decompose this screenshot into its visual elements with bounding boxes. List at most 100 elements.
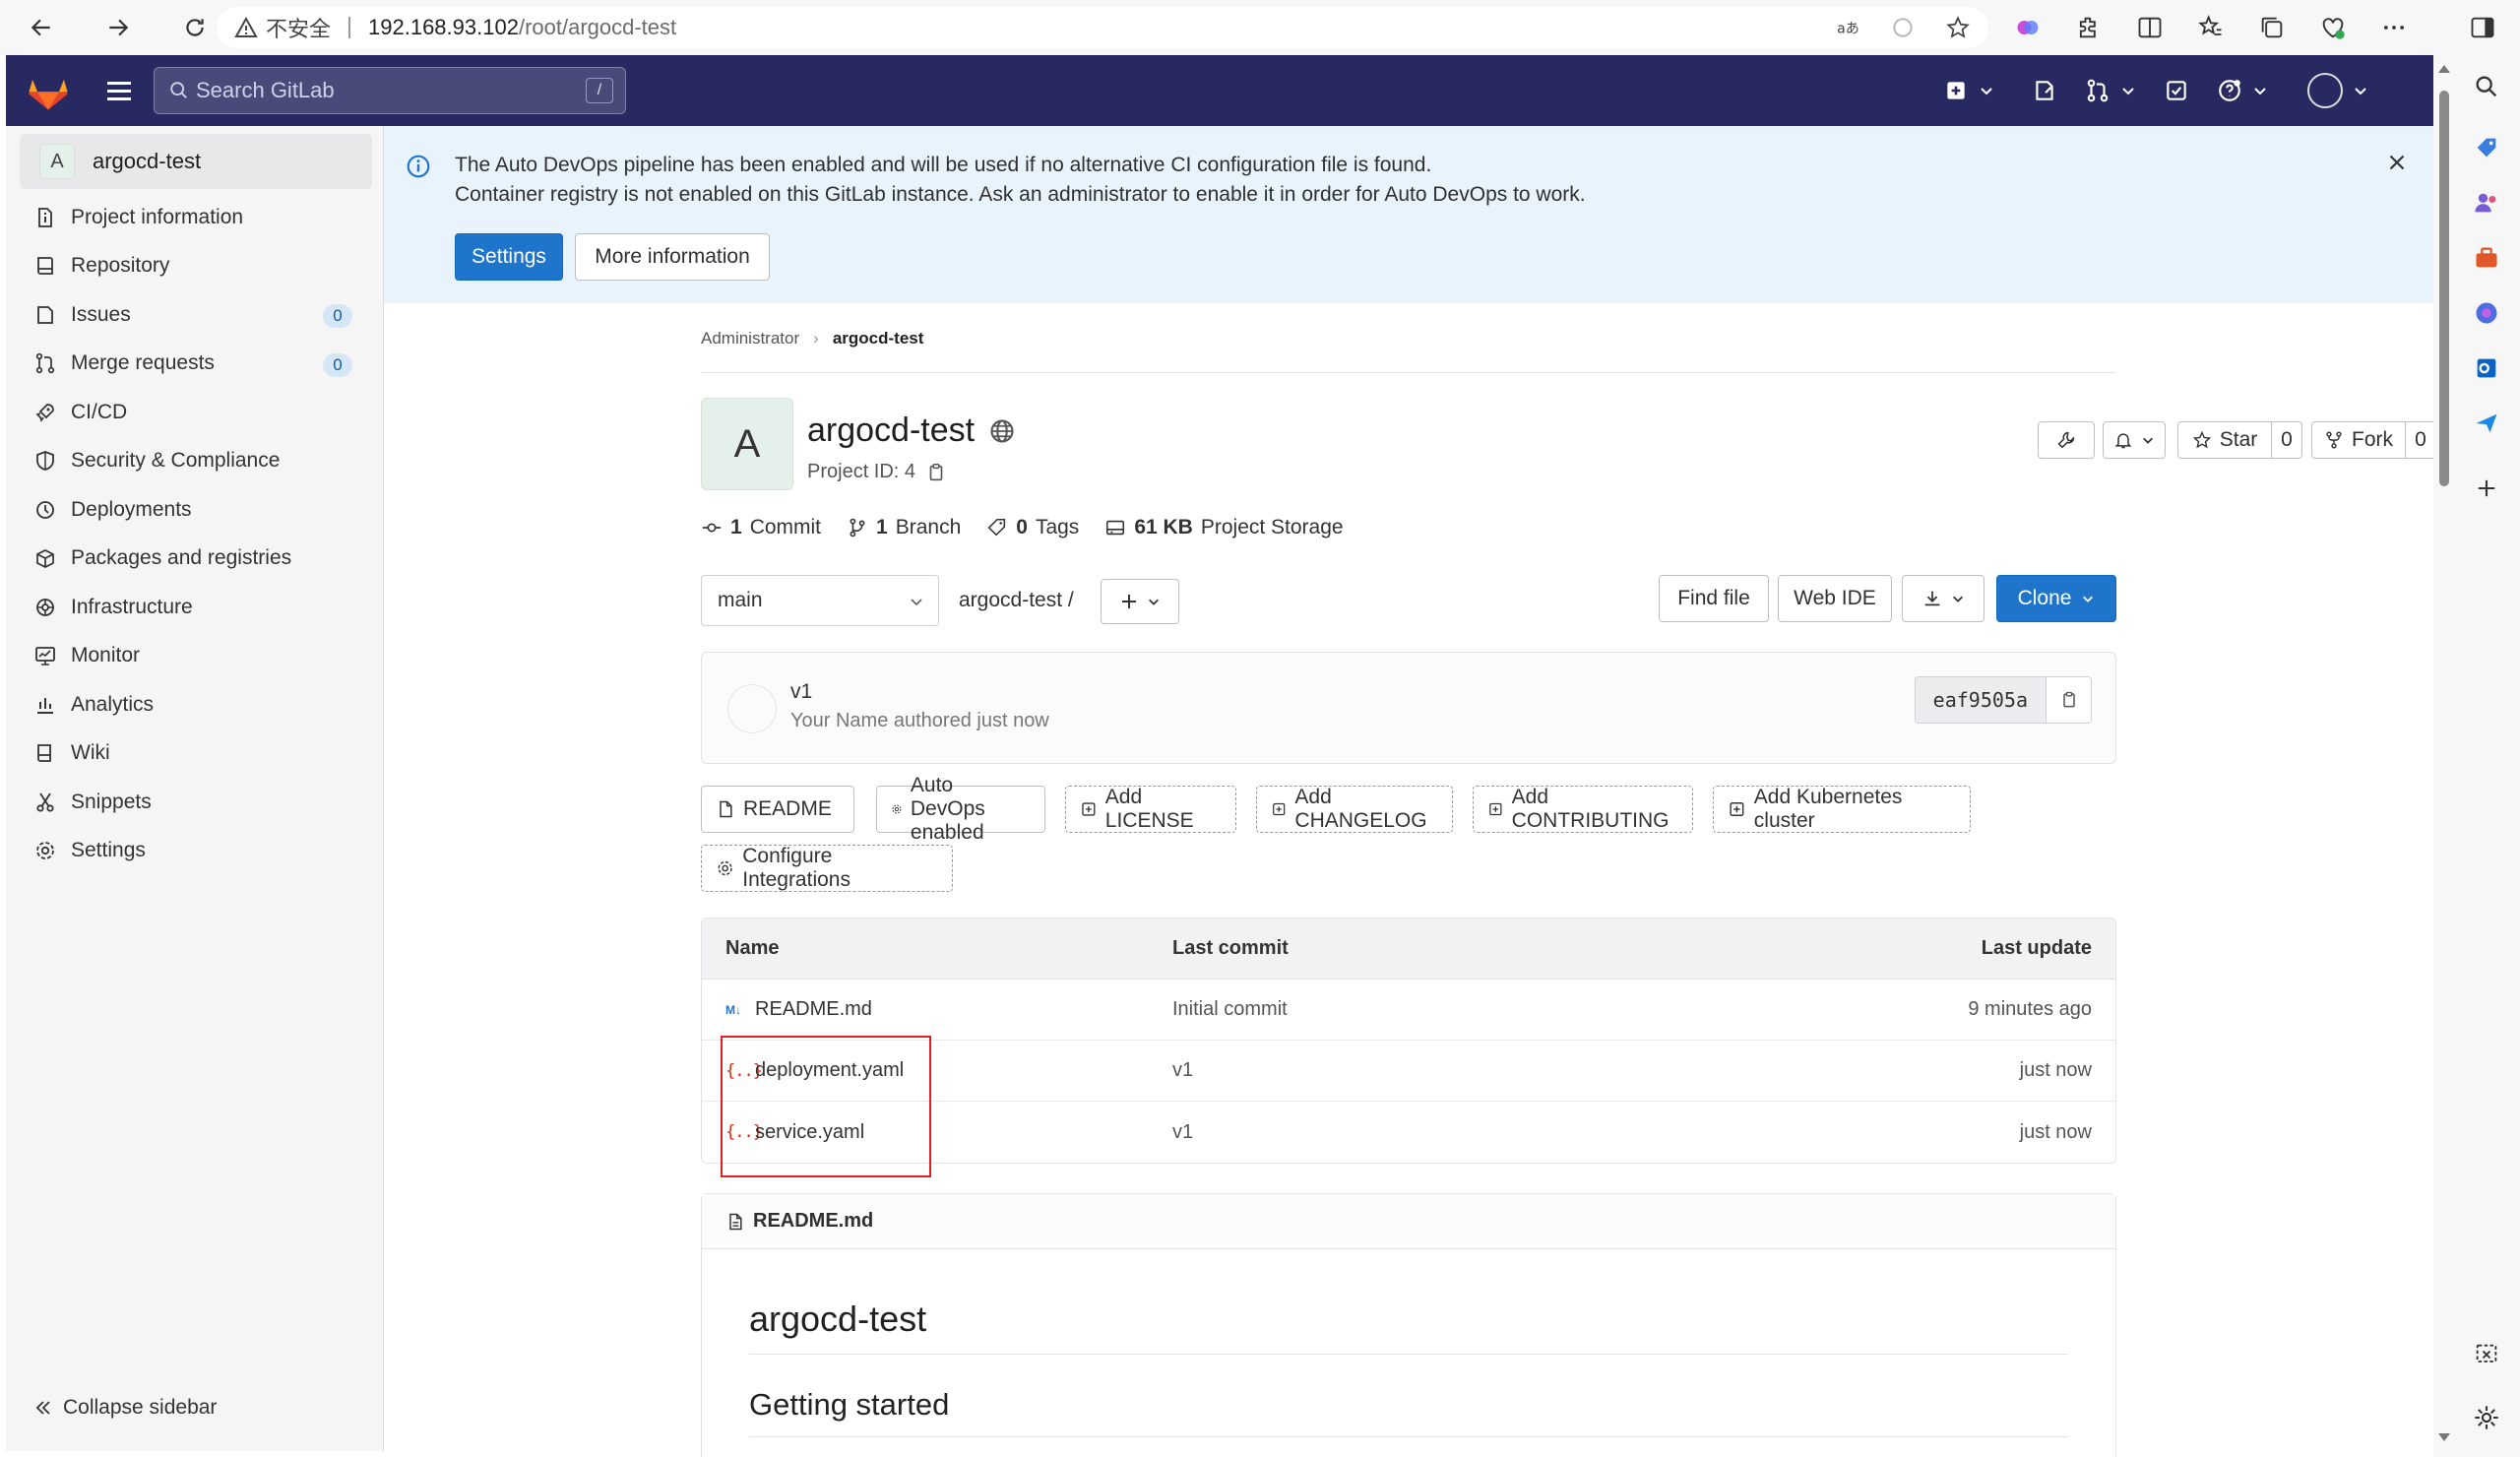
scroll-down-arrow[interactable] — [2438, 1433, 2450, 1441]
tags-stat[interactable]: 0 Tags — [986, 516, 1079, 539]
favorites-icon[interactable] — [2191, 8, 2231, 47]
browser-essentials-icon[interactable] — [2313, 8, 2353, 47]
copy-icon[interactable] — [925, 462, 947, 483]
collections-icon[interactable] — [2252, 8, 2292, 47]
security-warning[interactable]: 不安全 — [234, 12, 331, 43]
extensions-icon[interactable] — [2069, 8, 2109, 47]
storage-stat[interactable]: 61 KB Project Storage — [1104, 516, 1344, 539]
add-license-button[interactable]: Add LICENSE — [1065, 786, 1236, 833]
new-dropdown[interactable] — [1943, 78, 1994, 103]
scrollbar-thumb[interactable] — [2439, 91, 2449, 486]
fork-count[interactable]: 0 — [2405, 421, 2436, 459]
rail-people-icon[interactable] — [2467, 183, 2506, 222]
scroll-up-arrow[interactable] — [2438, 65, 2450, 73]
translate-icon[interactable]: aあ — [1835, 15, 1860, 40]
last-commit-cell[interactable]: v1 — [1172, 1121, 1193, 1144]
add-contributing-button[interactable]: Add CONTRIBUTING — [1473, 786, 1693, 833]
web-ide-button[interactable]: Web IDE — [1778, 575, 1892, 622]
sidebar-item-repository[interactable]: Repository — [6, 242, 384, 291]
close-icon[interactable] — [2384, 150, 2410, 175]
address-bar[interactable]: 不安全 192.168.93.102/root/argocd-test aあ — [217, 7, 1988, 48]
sidebar-item-label: Repository — [71, 254, 170, 278]
rail-screenshot-icon[interactable] — [2467, 1335, 2506, 1374]
download-dropdown[interactable] — [1902, 575, 1984, 622]
breadcrumb-parent[interactable]: Administrator — [701, 329, 799, 348]
sidebar-item-snippets[interactable]: Snippets — [6, 778, 384, 827]
copilot-icon[interactable] — [2008, 8, 2048, 47]
star-button[interactable]: Star — [2177, 421, 2272, 459]
find-file-button[interactable]: Find file — [1659, 575, 1769, 622]
reload-button[interactable] — [167, 0, 222, 55]
breadcrumb-current[interactable]: argocd-test — [833, 329, 924, 348]
sidebar-item-wiki[interactable]: Wiki — [6, 729, 384, 779]
refresh-rewards-icon[interactable] — [1890, 15, 1916, 40]
star-count[interactable]: 0 — [2271, 421, 2302, 459]
file-name-link[interactable]: README.md — [755, 998, 872, 1021]
commit-sha[interactable]: eaf9505a — [1915, 677, 2046, 723]
last-commit-cell[interactable]: Initial commit — [1172, 998, 1288, 1021]
sidebar-item-ci-cd[interactable]: CI/CD — [6, 388, 384, 437]
rail-tools-icon[interactable] — [2467, 238, 2506, 278]
auto-devops-enabled-button[interactable]: Auto DevOps enabled — [876, 774, 1045, 844]
configure-integrations-button[interactable]: Configure Integrations — [701, 845, 953, 892]
notification-dropdown[interactable] — [2103, 421, 2166, 459]
rail-settings-icon[interactable] — [2467, 1398, 2506, 1437]
sidebar-item-security-compliance[interactable]: Security & Compliance — [6, 437, 384, 486]
sidebar-item-monitor[interactable]: Monitor — [6, 632, 384, 681]
fork-button[interactable]: Fork — [2311, 421, 2406, 459]
page-scrollbar[interactable] — [2433, 55, 2455, 1457]
forward-button[interactable] — [91, 0, 146, 55]
sidebar-item-deployments[interactable]: Deployments — [6, 485, 384, 535]
merge-requests-dropdown[interactable] — [2085, 78, 2136, 103]
rail-office-icon[interactable] — [2467, 293, 2506, 333]
commits-stat[interactable]: 1 Commit — [701, 516, 821, 539]
commit-title[interactable]: v1 — [790, 680, 812, 704]
sidebar-project-header[interactable]: A argocd-test — [20, 134, 372, 189]
user-menu[interactable] — [2307, 73, 2368, 108]
sidebar-toggle-icon[interactable] — [2463, 8, 2502, 47]
sidebar-item-label: Analytics — [71, 692, 155, 716]
sidebar-item-label: Monitor — [71, 644, 141, 667]
sidebar-item-issues[interactable]: Issues 0 — [6, 290, 384, 340]
sidebar-item-settings[interactable]: Settings — [6, 827, 384, 876]
readme-button[interactable]: README — [701, 786, 854, 833]
sidebar-item-packages-and-registries[interactable]: Packages and registries — [6, 535, 384, 584]
sidebar-item-project-information[interactable]: Project information — [6, 193, 384, 242]
split-screen-icon[interactable] — [2130, 8, 2170, 47]
rail-shopping-icon[interactable] — [2467, 128, 2506, 167]
rail-add-icon[interactable] — [2467, 469, 2506, 508]
rail-search-icon[interactable] — [2467, 67, 2506, 106]
favorite-star-icon[interactable] — [1945, 15, 1971, 40]
commit-author-avatar[interactable] — [727, 684, 777, 733]
add-changelog-button[interactable]: Add CHANGELOG — [1256, 786, 1453, 833]
security-label: 不安全 — [266, 17, 332, 41]
issues-nav-button[interactable] — [2032, 78, 2057, 103]
more-menu-icon[interactable] — [2374, 8, 2414, 47]
search-input[interactable]: Search GitLab / — [154, 67, 626, 114]
gitlab-logo[interactable] — [6, 55, 91, 126]
alert-settings-button[interactable]: Settings — [455, 233, 563, 281]
project-settings-button[interactable] — [2038, 421, 2095, 459]
branches-stat[interactable]: 1 Branch — [847, 516, 961, 539]
sidebar-item-infrastructure[interactable]: Infrastructure — [6, 583, 384, 632]
rail-outlook-icon[interactable] — [2467, 348, 2506, 388]
main-menu-button[interactable] — [91, 55, 148, 126]
quick-action-label: README — [743, 797, 832, 820]
table-row[interactable]: M↓ README.md Initial commit 9 minutes ago — [702, 980, 2115, 1041]
sidebar-item-merge-requests[interactable]: Merge requests 0 — [6, 340, 384, 389]
add-to-tree-dropdown[interactable] — [1101, 579, 1179, 624]
readme-filename[interactable]: README.md — [753, 1210, 873, 1233]
back-button[interactable] — [14, 0, 69, 55]
add-kubernetes-cluster-button[interactable]: Add Kubernetes cluster — [1713, 786, 1971, 833]
last-commit-cell[interactable]: v1 — [1172, 1059, 1193, 1082]
rail-send-icon[interactable] — [2467, 404, 2506, 443]
repo-path-breadcrumb[interactable]: argocd-test / — [959, 589, 1074, 612]
help-dropdown[interactable] — [2217, 78, 2268, 103]
clone-dropdown[interactable]: Clone — [1996, 575, 2116, 622]
todo-button[interactable] — [2164, 78, 2189, 103]
more-information-button[interactable]: More information — [575, 233, 770, 281]
copy-sha-button[interactable] — [2046, 677, 2091, 723]
collapse-sidebar-button[interactable]: Collapse sidebar — [33, 1396, 217, 1420]
sidebar-item-analytics[interactable]: Analytics — [6, 680, 384, 729]
branch-selector[interactable]: main — [701, 575, 939, 626]
